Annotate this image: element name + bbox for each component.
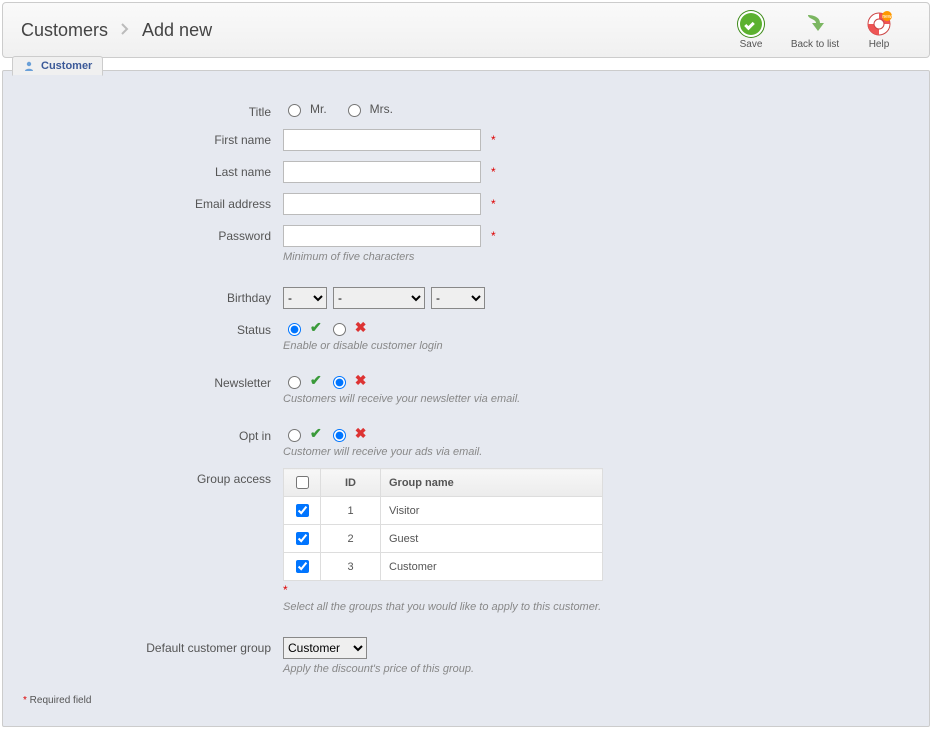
title-mrs-radio[interactable] <box>348 104 361 117</box>
label-default-group: Default customer group <box>23 637 283 655</box>
group-select-all-checkbox[interactable] <box>296 476 309 489</box>
password-input[interactable] <box>283 225 481 247</box>
required-star: * <box>491 133 496 147</box>
title-mrs-label[interactable]: Mrs. <box>370 102 393 116</box>
required-star: * <box>491 197 496 211</box>
title-mr-radio[interactable] <box>288 104 301 117</box>
breadcrumb-current: Add new <box>142 20 212 41</box>
group-access-hint: Select all the groups that you would lik… <box>283 601 601 613</box>
required-field-note: * Required field <box>23 695 909 706</box>
toolbar: Customers Add new Save Back to list new … <box>2 2 930 58</box>
col-id: ID <box>321 469 381 497</box>
check-icon: ✔ <box>310 372 322 389</box>
newsletter-yes-radio[interactable] <box>288 376 301 389</box>
group-row-checkbox[interactable] <box>296 560 309 573</box>
save-button[interactable]: Save <box>719 6 783 54</box>
label-title: Title <box>23 101 283 119</box>
lifebuoy-icon: new <box>866 11 892 37</box>
password-hint: Minimum of five characters <box>283 251 414 263</box>
save-label: Save <box>740 39 763 50</box>
x-icon: ✖ <box>355 372 367 389</box>
svg-text:new: new <box>882 14 892 20</box>
x-icon: ✖ <box>355 425 367 442</box>
status-disable-radio[interactable] <box>333 323 346 336</box>
birthday-month-select[interactable]: - <box>333 287 425 309</box>
optin-no-radio[interactable] <box>333 429 346 442</box>
group-row-checkbox[interactable] <box>296 532 309 545</box>
first-name-input[interactable] <box>283 129 481 151</box>
required-star: * <box>491 165 496 179</box>
table-row: 2 Guest <box>284 525 603 553</box>
group-row-name: Visitor <box>381 497 603 525</box>
help-button[interactable]: new Help <box>847 6 911 54</box>
required-star: * <box>491 229 496 243</box>
label-email: Email address <box>23 193 283 211</box>
table-row: 3 Customer <box>284 553 603 581</box>
label-password: Password <box>23 225 283 243</box>
x-icon: ✖ <box>355 319 367 336</box>
back-arrow-icon <box>802 11 828 37</box>
label-newsletter: Newsletter <box>23 372 283 390</box>
check-circle-icon <box>738 11 764 37</box>
default-group-select[interactable]: Customer <box>283 637 367 659</box>
label-birthday: Birthday <box>23 287 283 305</box>
label-optin: Opt in <box>23 425 283 443</box>
label-status: Status <box>23 319 283 337</box>
help-label: Help <box>869 39 890 50</box>
group-row-id: 1 <box>321 497 381 525</box>
status-hint: Enable or disable customer login <box>283 340 443 352</box>
label-group-access: Group access <box>23 468 283 486</box>
optin-yes-radio[interactable] <box>288 429 301 442</box>
check-icon: ✔ <box>310 319 322 336</box>
table-row: 1 Visitor <box>284 497 603 525</box>
group-row-name: Customer <box>381 553 603 581</box>
status-enable-radio[interactable] <box>288 323 301 336</box>
newsletter-no-radio[interactable] <box>333 376 346 389</box>
group-row-checkbox[interactable] <box>296 504 309 517</box>
user-icon <box>23 60 35 72</box>
breadcrumb-root[interactable]: Customers <box>21 20 108 41</box>
required-star: * <box>283 583 288 597</box>
group-row-name: Guest <box>381 525 603 553</box>
optin-hint: Customer will receive your ads via email… <box>283 446 482 458</box>
group-row-id: 3 <box>321 553 381 581</box>
email-input[interactable] <box>283 193 481 215</box>
birthday-day-select[interactable]: - <box>283 287 327 309</box>
col-group-name: Group name <box>381 469 603 497</box>
breadcrumb: Customers Add new <box>21 20 212 41</box>
birthday-year-select[interactable]: - <box>431 287 485 309</box>
check-icon: ✔ <box>310 425 322 442</box>
newsletter-hint: Customers will receive your newsletter v… <box>283 393 520 405</box>
tab-label: Customer <box>41 60 92 72</box>
back-to-list-button[interactable]: Back to list <box>783 6 847 54</box>
back-label: Back to list <box>791 39 839 50</box>
title-mr-label[interactable]: Mr. <box>310 102 327 116</box>
default-group-hint: Apply the discount's price of this group… <box>283 663 474 675</box>
chevron-right-icon <box>120 20 130 41</box>
last-name-input[interactable] <box>283 161 481 183</box>
tab-customer[interactable]: Customer <box>12 56 103 76</box>
label-last-name: Last name <box>23 161 283 179</box>
label-first-name: First name <box>23 129 283 147</box>
customer-form-panel: Title Mr. Mrs. First name * Last name <box>2 70 930 727</box>
group-row-id: 2 <box>321 525 381 553</box>
group-access-table: ID Group name 1 Visitor 2 <box>283 468 603 581</box>
